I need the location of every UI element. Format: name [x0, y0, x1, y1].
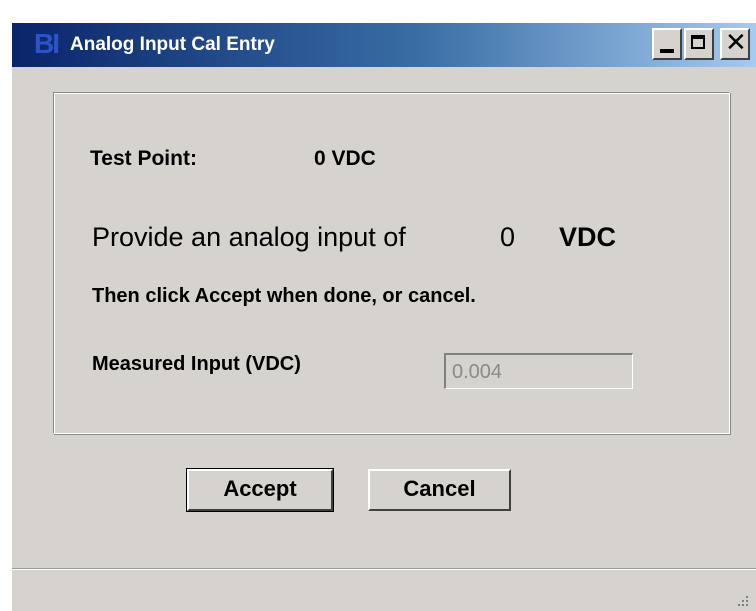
maximize-button[interactable]: [684, 28, 714, 60]
provide-input-label: Provide an analog input of: [92, 222, 406, 252]
maximize-icon: [691, 35, 705, 49]
accept-button[interactable]: Accept: [186, 468, 334, 512]
minimize-icon: [660, 49, 674, 53]
provide-input-unit: VDC: [559, 222, 617, 252]
status-bar: [12, 568, 756, 611]
resize-grip-icon[interactable]: [734, 592, 750, 608]
app-logo-icon: BI: [34, 28, 60, 59]
cancel-button[interactable]: Cancel: [368, 469, 511, 511]
provide-input-value: 0: [500, 222, 516, 252]
minimize-button[interactable]: [652, 28, 682, 60]
measured-input-label: Measured Input (VDC): [92, 353, 301, 375]
test-point-value: 0 VDC: [314, 147, 376, 170]
close-icon: ✕: [725, 28, 747, 58]
window-title: Analog Input Cal Entry: [70, 34, 275, 55]
accept-button-label: Accept: [223, 476, 297, 501]
title-bar[interactable]: BI Analog Input Cal Entry ✕: [12, 23, 756, 67]
dialog-window: BI Analog Input Cal Entry ✕ Test Point: …: [10, 21, 756, 611]
close-button[interactable]: ✕: [720, 28, 750, 60]
test-point-label: Test Point:: [90, 147, 197, 170]
measured-input-field: 0.004: [444, 353, 633, 389]
cancel-button-label: Cancel: [403, 476, 476, 501]
instruction-text: Then click Accept when done, or cancel.: [92, 285, 476, 307]
